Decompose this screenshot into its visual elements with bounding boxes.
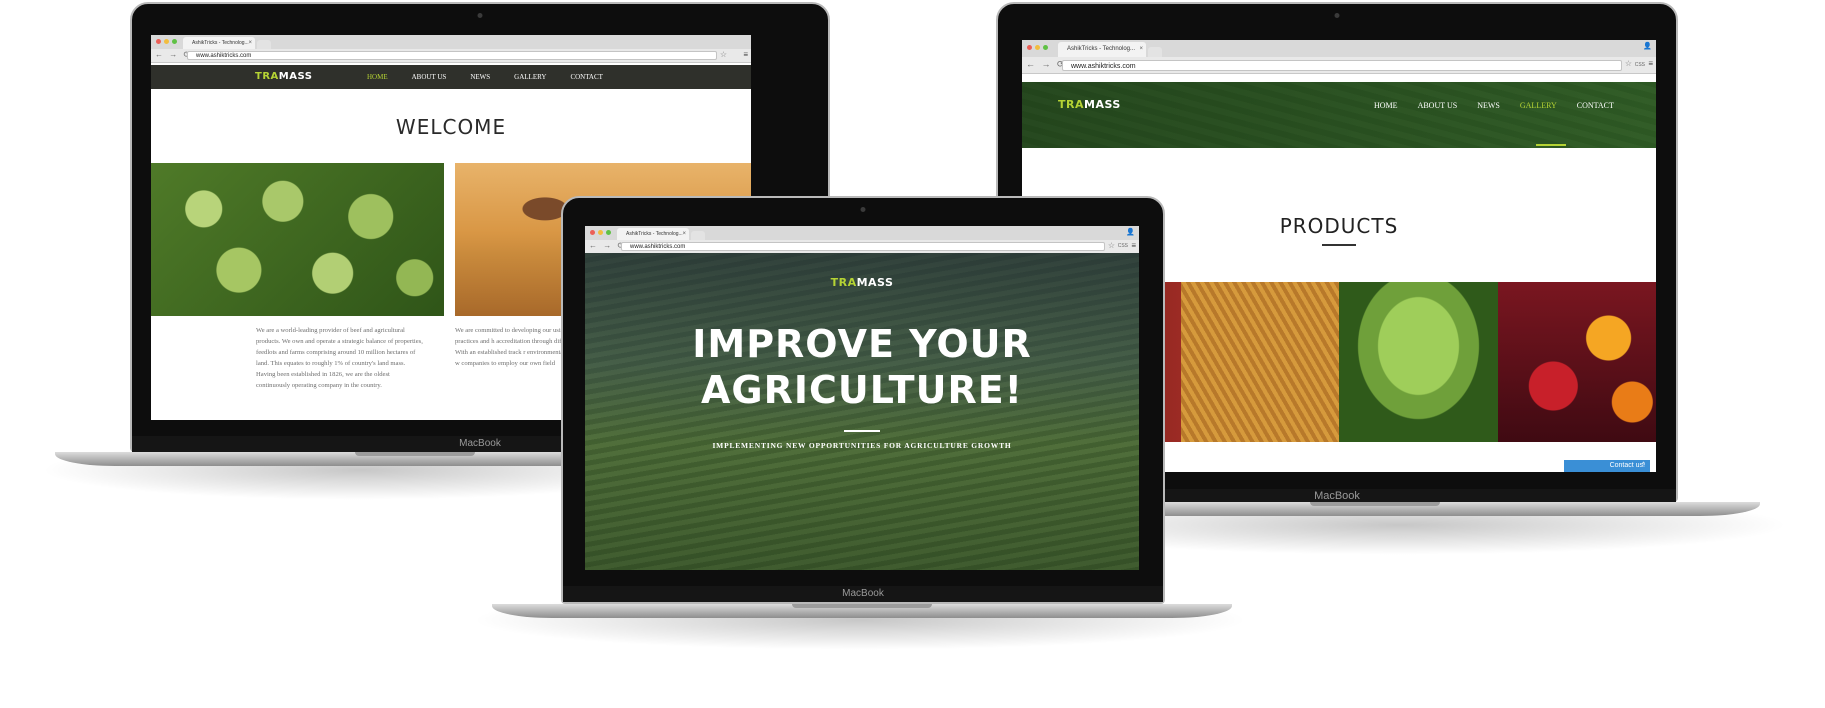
nav-gallery[interactable]: GALLERY [514, 73, 546, 81]
center-laptop-base [492, 604, 1232, 618]
product-image-peppers[interactable] [1339, 282, 1498, 442]
menu-icon[interactable]: ≡ [743, 50, 748, 59]
window-controls[interactable] [590, 230, 611, 235]
center-laptop-lid: AshikTricks - Technolog... × 👤 ← → ⟳ www.… [561, 196, 1165, 604]
tab-bar: AshikTricks - Technolog... × 👤 [585, 226, 1139, 240]
address-bar-row: ← → ⟳ www.ashiktricks.com ☆ CSS ≡ [585, 240, 1139, 253]
address-bar-row: ← → ⟳ www.ashiktricks.com ☆ ≡ [151, 49, 751, 62]
url-field[interactable]: www.ashiktricks.com [621, 242, 1105, 251]
tab-close-icon[interactable]: × [682, 228, 686, 240]
window-controls[interactable] [156, 39, 177, 44]
contact-us-widget[interactable]: Contact us! ^ [1564, 460, 1650, 472]
hero-headline-line-2: AGRICULTURE! [701, 368, 1023, 412]
tab-title: AshikTricks - Technolog... [1067, 46, 1136, 52]
site-menu: HOME ABOUT US NEWS GALLERY CONTACT [367, 73, 603, 81]
nav-arrows-icon[interactable]: ← → ⟳ [1026, 59, 1067, 70]
star-icon[interactable]: ☆ [1108, 241, 1115, 250]
contact-widget-label: Contact us! [1609, 462, 1645, 469]
nav-news[interactable]: NEWS [470, 73, 490, 81]
intro-paragraph: We are a world-leading provider of beef … [256, 327, 423, 389]
trackpad-notch [792, 604, 932, 608]
product-image-fruits[interactable] [1497, 282, 1656, 442]
css-extension-icon[interactable]: CSS [1635, 62, 1645, 68]
minimize-dot-icon[interactable] [598, 230, 603, 235]
maximize-dot-icon[interactable] [172, 39, 177, 44]
trackpad-notch [355, 452, 475, 456]
browser-tab[interactable]: AshikTricks - Technolog... × [1058, 42, 1146, 57]
close-dot-icon[interactable] [156, 39, 161, 44]
nav-home[interactable]: HOME [367, 73, 388, 81]
minimize-dot-icon[interactable] [1035, 45, 1040, 50]
hero-divider [844, 430, 880, 432]
star-icon[interactable]: ☆ [720, 50, 727, 59]
products-heading-rule [1322, 244, 1356, 246]
tab-title: AshikTricks - Technolog... [192, 40, 249, 46]
trackpad-notch [1310, 502, 1440, 506]
hops-image [151, 163, 444, 316]
hero-headline-line-1: IMPROVE YOUR [692, 322, 1032, 366]
tab-title: AshikTricks - Technolog... [626, 231, 683, 237]
browser-chrome: AshikTricks - Technolog... × 👤 ← → ⟳ www.… [1022, 40, 1656, 74]
close-dot-icon[interactable] [1027, 45, 1032, 50]
browser-chrome: AshikTricks - Technolog... × 👤 ← → ⟳ www.… [585, 226, 1139, 254]
url-text: www.ashiktricks.com [1071, 63, 1136, 70]
nav-gallery[interactable]: GALLERY [1520, 101, 1557, 110]
menu-icon[interactable]: ≡ [1131, 241, 1136, 250]
tab-close-icon[interactable]: × [248, 37, 252, 49]
minimize-dot-icon[interactable] [164, 39, 169, 44]
tab-close-icon[interactable]: × [1139, 42, 1143, 57]
logo-part-a: TRA [1058, 98, 1084, 111]
logo-part-a: TRA [830, 276, 857, 289]
url-text: www.ashiktricks.com [196, 53, 252, 59]
nav-contact[interactable]: CONTACT [570, 73, 603, 81]
new-tab-button[interactable] [1148, 47, 1162, 57]
welcome-heading: WELCOME [395, 115, 507, 139]
logo-part-a: TRA [255, 71, 279, 82]
menu-icon[interactable]: ≡ [1648, 59, 1653, 68]
site-navbar: TRAMASS HOME ABOUT US NEWS GALLERY CONTA… [151, 65, 751, 89]
profile-icon[interactable]: 👤 [1126, 228, 1135, 236]
site-logo[interactable]: TRAMASS [585, 276, 1139, 289]
new-tab-button[interactable] [257, 40, 271, 49]
hero-headline: IMPROVE YOUR AGRICULTURE! [585, 321, 1139, 413]
browser-chrome: AshikTricks - Technolog... × ← → ⟳ www.as… [151, 35, 751, 63]
camera-icon [477, 13, 483, 18]
star-icon[interactable]: ☆ [1625, 59, 1632, 68]
camera-icon [1334, 13, 1340, 18]
site-logo[interactable]: TRAMASS [255, 71, 312, 82]
macbook-label: MacBook [563, 586, 1163, 602]
nav-contact[interactable]: CONTACT [1577, 101, 1614, 110]
hero-tagline: IMPLEMENTING NEW OPPORTUNITIES FOR AGRIC… [712, 441, 1012, 450]
window-controls[interactable] [1027, 45, 1048, 50]
browser-tab[interactable]: AshikTricks - Technolog... × [183, 37, 255, 49]
new-tab-button[interactable] [691, 231, 705, 240]
nav-home[interactable]: HOME [1374, 101, 1398, 110]
center-screen: AshikTricks - Technolog... × 👤 ← → ⟳ www.… [585, 226, 1139, 570]
url-field[interactable]: www.ashiktricks.com [1062, 60, 1622, 71]
logo-part-b: MASS [278, 71, 313, 82]
close-dot-icon[interactable] [590, 230, 595, 235]
chevron-up-icon[interactable]: ^ [1642, 460, 1645, 472]
nav-news[interactable]: NEWS [1477, 101, 1500, 110]
maximize-dot-icon[interactable] [606, 230, 611, 235]
center-laptop: AshikTricks - Technolog... × 👤 ← → ⟳ www.… [492, 196, 1232, 620]
site-menu: HOME ABOUT US NEWS GALLERY CONTACT [1374, 101, 1614, 110]
url-text: www.ashiktricks.com [630, 244, 686, 250]
nav-about-us[interactable]: ABOUT US [1418, 101, 1458, 110]
logo-part-b: MASS [1084, 98, 1121, 111]
site-logo[interactable]: TRAMASS [1058, 98, 1121, 111]
active-nav-underline [1536, 144, 1566, 146]
tab-bar: AshikTricks - Technolog... × 👤 [1022, 40, 1656, 57]
nav-about-us[interactable]: ABOUT US [412, 73, 447, 81]
browser-tab[interactable]: AshikTricks - Technolog... × [617, 228, 689, 240]
tab-bar: AshikTricks - Technolog... × [151, 35, 751, 49]
camera-icon [860, 207, 866, 212]
url-field[interactable]: www.ashiktricks.com [187, 51, 717, 60]
css-extension-icon[interactable]: CSS [1118, 243, 1128, 249]
address-bar-row: ← → ⟳ www.ashiktricks.com ☆ CSS ≡ [1022, 57, 1656, 73]
logo-part-b: MASS [856, 276, 894, 289]
gallery-hero-banner [1022, 82, 1656, 148]
profile-icon[interactable]: 👤 [1643, 42, 1652, 50]
maximize-dot-icon[interactable] [1043, 45, 1048, 50]
